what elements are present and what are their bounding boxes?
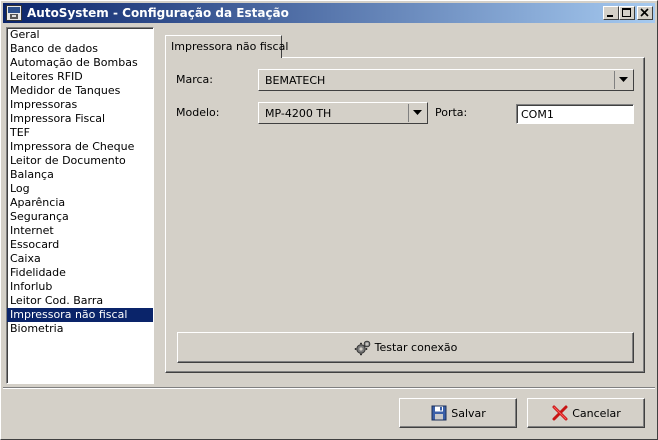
sidebar-item[interactable]: Medidor de Tanques bbox=[7, 84, 153, 98]
floppy-disk-icon bbox=[430, 404, 448, 422]
sidebar-item[interactable]: Aparência bbox=[7, 196, 153, 210]
chevron-down-icon[interactable] bbox=[614, 71, 632, 89]
modelo-select[interactable]: MP-4200 TH bbox=[258, 102, 428, 124]
red-x-icon bbox=[551, 404, 569, 422]
settings-content: Impressora não fiscal Marca: BEMATECH Mo… bbox=[161, 27, 647, 384]
porta-label: Porta: bbox=[435, 106, 468, 119]
cancel-label: Cancelar bbox=[572, 406, 621, 420]
sidebar-item[interactable]: Fidelidade bbox=[7, 266, 153, 280]
sidebar-item[interactable]: Leitores RFID bbox=[7, 70, 153, 84]
sidebar-item[interactable]: Biometria bbox=[7, 322, 153, 336]
save-label: Salvar bbox=[451, 406, 486, 420]
sidebar-item[interactable]: Geral bbox=[7, 28, 153, 42]
sidebar-item[interactable]: Essocard bbox=[7, 238, 153, 252]
title-bar[interactable]: AutoSystem - Configuração da Estação bbox=[3, 3, 655, 23]
sidebar-item[interactable]: Internet bbox=[7, 224, 153, 238]
marca-value: BEMATECH bbox=[265, 74, 326, 87]
sidebar-item[interactable]: Banco de dados bbox=[7, 42, 153, 56]
tab-panel: Marca: BEMATECH Modelo: MP-4200 TH Porta… bbox=[165, 57, 645, 373]
sidebar-item[interactable]: Automação de Bombas bbox=[7, 56, 153, 70]
main-window: AutoSystem - Configuração da Estação Ger… bbox=[0, 0, 658, 440]
tab-impressora-nao-fiscal[interactable]: Impressora não fiscal bbox=[165, 35, 288, 58]
sidebar-item[interactable]: Leitor Cod. Barra bbox=[7, 294, 153, 308]
gears-icon bbox=[354, 339, 372, 357]
porta-input[interactable] bbox=[516, 104, 634, 124]
save-button[interactable]: Salvar bbox=[399, 398, 517, 428]
minimize-button[interactable] bbox=[603, 6, 619, 20]
sidebar-item[interactable]: Leitor de Documento bbox=[7, 154, 153, 168]
sidebar-item[interactable]: TEF bbox=[7, 126, 153, 140]
cancel-button[interactable]: Cancelar bbox=[527, 398, 645, 428]
sidebar-item[interactable]: Impressora de Cheque bbox=[7, 140, 153, 154]
sidebar-item[interactable]: Log bbox=[7, 182, 153, 196]
sidebar-item[interactable]: Inforlub bbox=[7, 280, 153, 294]
marca-label: Marca: bbox=[176, 73, 214, 86]
testar-conexao-button[interactable]: Testar conexão bbox=[177, 332, 634, 363]
sidebar-item[interactable]: Segurança bbox=[7, 210, 153, 224]
modelo-label: Modelo: bbox=[176, 106, 220, 119]
maximize-button[interactable] bbox=[619, 6, 635, 20]
footer-separator bbox=[3, 387, 655, 389]
settings-category-list[interactable]: Geral Banco de dados Automação de Bombas Le… bbox=[6, 27, 154, 384]
window-title: AutoSystem - Configuração da Estação bbox=[27, 6, 289, 20]
testar-conexao-label: Testar conexão bbox=[374, 341, 458, 354]
sidebar-item[interactable]: Caixa bbox=[7, 252, 153, 266]
sidebar-item[interactable]: Impressora não fiscal bbox=[7, 308, 153, 322]
modelo-value: MP-4200 TH bbox=[265, 107, 332, 120]
tab-label: Impressora não fiscal bbox=[171, 40, 289, 53]
chevron-down-icon[interactable] bbox=[408, 104, 426, 122]
app-icon bbox=[6, 5, 22, 21]
sidebar-item[interactable]: Impressora Fiscal bbox=[7, 112, 153, 126]
sidebar-item[interactable]: Impressoras bbox=[7, 98, 153, 112]
marca-select[interactable]: BEMATECH bbox=[258, 69, 634, 91]
sidebar-item[interactable]: Balança bbox=[7, 168, 153, 182]
close-button[interactable] bbox=[637, 6, 653, 20]
